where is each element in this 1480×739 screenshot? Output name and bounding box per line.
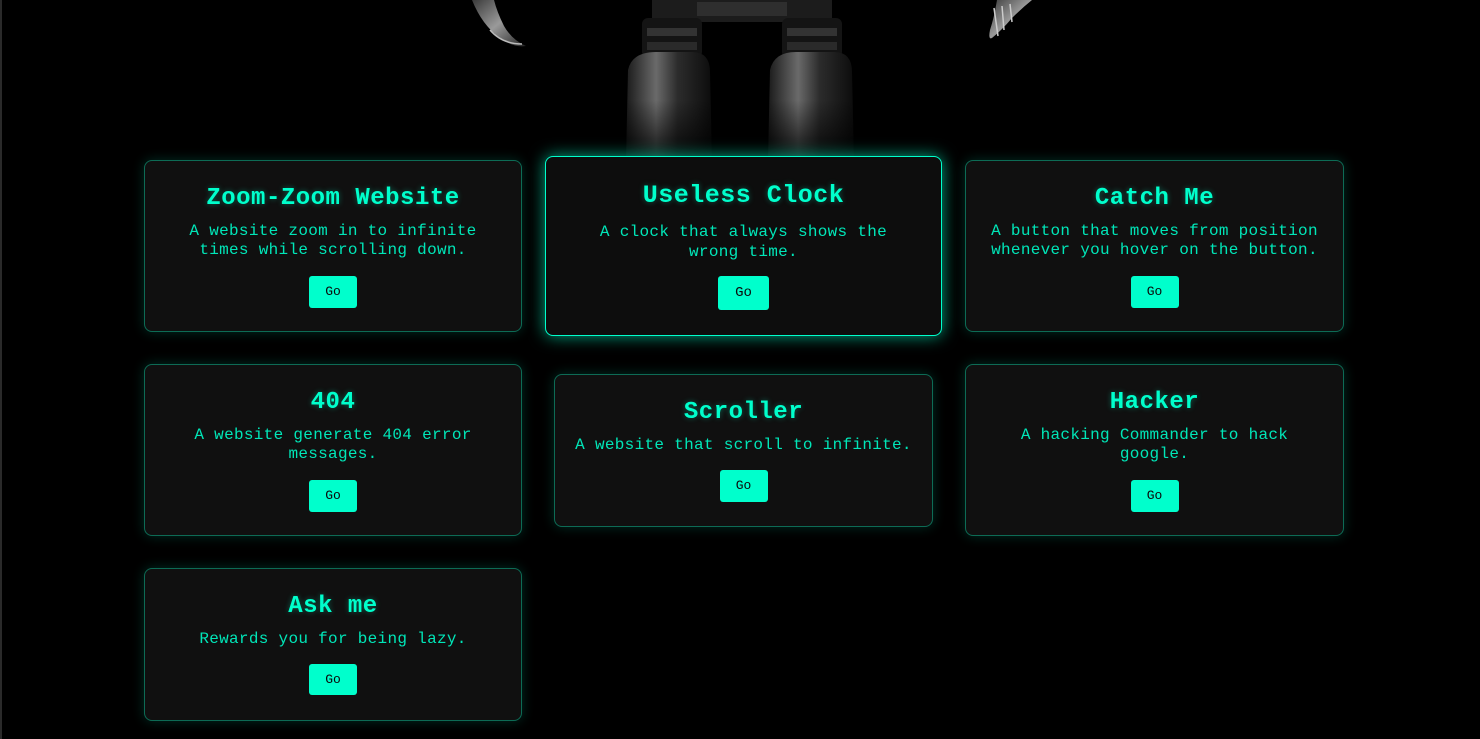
card-title: Scroller: [683, 399, 804, 426]
card-title: Catch Me: [1094, 185, 1215, 212]
card-description: A clock that always shows the wrong time…: [599, 223, 888, 261]
card-description: A website generate 404 error messages.: [194, 426, 472, 463]
card-title: 404: [310, 389, 356, 416]
project-card-hacker: Hacker A hacking Commander to hack googl…: [965, 364, 1344, 536]
go-button[interactable]: Go: [1130, 480, 1179, 512]
project-card-catch-me: Catch Me A button that moves from positi…: [965, 160, 1344, 332]
page: Zoom-Zoom Website A website zoom in to i…: [0, 0, 1480, 739]
card-title: Ask me: [288, 593, 378, 620]
go-button[interactable]: Go: [718, 276, 769, 310]
project-card-useless-clock: Useless Clock A clock that always shows …: [545, 156, 942, 336]
card-description: A website zoom in to infinite times whil…: [189, 222, 477, 259]
card-title: Hacker: [1109, 389, 1200, 416]
go-button[interactable]: Go: [1130, 276, 1179, 308]
project-card-ask-me: Ask me Rewards you for being lazy. Go: [144, 568, 522, 721]
card-description: A website that scroll to infinite.: [575, 436, 912, 454]
project-card-scroller: Scroller A website that scroll to infini…: [554, 374, 933, 527]
card-title: Zoom-Zoom Website: [206, 185, 460, 212]
go-button[interactable]: Go: [309, 480, 357, 512]
go-button[interactable]: Go: [719, 470, 768, 502]
project-card-404: 404 A website generate 404 error message…: [144, 364, 522, 536]
card-description: A button that moves from position whenev…: [991, 222, 1318, 259]
card-description: A hacking Commander to hack google.: [1020, 426, 1289, 463]
robot-hero-image: [472, 0, 1032, 160]
go-button[interactable]: Go: [309, 664, 357, 695]
go-button[interactable]: Go: [309, 276, 357, 308]
card-title: Useless Clock: [642, 181, 845, 210]
card-description: Rewards you for being lazy.: [199, 630, 467, 648]
project-card-zoom-zoom: Zoom-Zoom Website A website zoom in to i…: [144, 160, 522, 332]
